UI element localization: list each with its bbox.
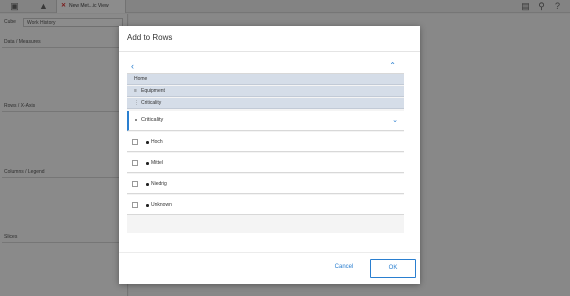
checkbox[interactable] bbox=[132, 139, 138, 145]
list-item[interactable]: Niedrig bbox=[127, 174, 404, 194]
checkbox[interactable] bbox=[132, 202, 138, 208]
add-to-rows-dialog: Add to Rows ‹ ⌃ Home ≡ Equipment ⋮ Critica… bbox=[119, 26, 420, 284]
member-bullet-icon bbox=[146, 183, 149, 186]
member-label: Niedrig bbox=[151, 181, 167, 187]
list-item[interactable]: Unknown bbox=[127, 195, 404, 215]
divider bbox=[119, 51, 420, 52]
selected-level[interactable]: Criticality ⌄ bbox=[127, 111, 404, 131]
breadcrumb-label: Home bbox=[134, 76, 148, 82]
cancel-button[interactable]: Cancel bbox=[329, 262, 359, 273]
member-browser: ‹ ⌃ Home ≡ Equipment ⋮ Criticality Critica… bbox=[127, 59, 404, 233]
breadcrumb-criticality[interactable]: ⋮ Criticality bbox=[127, 98, 404, 109]
member-bullet-icon bbox=[146, 162, 149, 165]
breadcrumb-label: Criticality bbox=[141, 100, 162, 106]
dialog-title: Add to Rows bbox=[127, 33, 173, 42]
list-item[interactable]: Mittel bbox=[127, 153, 404, 173]
navigation-row: ‹ ⌃ bbox=[127, 59, 404, 74]
checkbox[interactable] bbox=[132, 160, 138, 166]
member-label: Unknown bbox=[151, 202, 172, 208]
selected-level-label: Criticality bbox=[141, 117, 164, 123]
member-bullet-icon bbox=[146, 141, 149, 144]
chevron-down-icon[interactable]: ⌄ bbox=[392, 116, 398, 124]
checkbox[interactable] bbox=[132, 181, 138, 187]
member-bullet-icon bbox=[146, 204, 149, 207]
ok-button[interactable]: OK bbox=[370, 259, 416, 278]
breadcrumb-label: Equipment bbox=[141, 88, 165, 94]
level-icon: ⋮ bbox=[134, 100, 139, 106]
member-label: Mittel bbox=[151, 160, 163, 166]
list-item[interactable]: Hoch bbox=[127, 132, 404, 152]
level-dot-icon bbox=[135, 119, 137, 121]
chevron-up-icon[interactable]: ⌃ bbox=[389, 61, 396, 70]
member-label: Hoch bbox=[151, 139, 163, 145]
back-icon[interactable]: ‹ bbox=[131, 61, 134, 71]
breadcrumb-equipment[interactable]: ≡ Equipment bbox=[127, 86, 404, 97]
divider bbox=[119, 252, 420, 253]
hierarchy-icon: ≡ bbox=[134, 88, 137, 94]
breadcrumb-home[interactable]: Home bbox=[127, 74, 404, 85]
